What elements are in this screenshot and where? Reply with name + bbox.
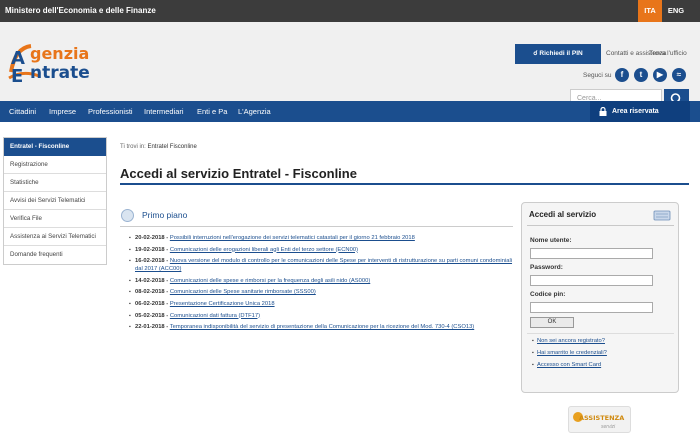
lock-icon xyxy=(599,107,607,116)
register-link[interactable]: Non sei ancora registrato? xyxy=(532,338,605,344)
breadcrumb: Ti trovi in: Entratel Fisconline xyxy=(120,144,197,150)
nav-cittadini[interactable]: Cittadini xyxy=(9,101,36,122)
title-divider xyxy=(120,183,689,185)
nav-imprese[interactable]: Imprese xyxy=(49,101,76,122)
smart-card-link[interactable]: Accesso con Smart Card xyxy=(532,362,601,368)
login-panel: Accedi al servizio Nome utente: Password… xyxy=(521,202,679,393)
site-header: A E genzia ntrate ☌ Richiedi il PIN Cont… xyxy=(0,22,700,109)
list-item: 08-02-2018 - Comunicazioni delle Spese s… xyxy=(129,288,513,296)
list-item: 22-01-2018 - Temporanea indisponibilità … xyxy=(129,323,513,331)
sidebar-item-registrazione[interactable]: Registrazione xyxy=(4,156,106,174)
password-label: Password: xyxy=(530,264,563,271)
news-link[interactable]: Temporanea indisponibilità del servizio … xyxy=(170,324,475,330)
list-item: 06-02-2018 - Presentazione Certificazion… xyxy=(129,300,513,308)
trova-ufficio-link[interactable]: Trova l'ufficio xyxy=(649,44,687,64)
news-link[interactable]: Nuova versione del modulo di controllo p… xyxy=(135,258,512,272)
sidebar: Entratel - Fisconline Registrazione Stat… xyxy=(3,137,107,265)
agenzia-entrate-logo[interactable]: A E genzia ntrate xyxy=(5,42,120,84)
breadcrumb-prefix: Ti trovi in: xyxy=(120,144,146,150)
primo-piano-divider xyxy=(120,226,513,227)
list-item: 05-02-2018 - Comunicazioni dati fattura … xyxy=(129,312,513,320)
news-date: 06-02-2018 - xyxy=(135,300,169,307)
sidebar-item-statistiche[interactable]: Statistiche xyxy=(4,174,106,192)
list-item: 19-02-2018 - Comunicazioni delle erogazi… xyxy=(129,246,513,254)
news-link[interactable]: Comunicazioni delle spese e rimborsi per… xyxy=(170,278,370,284)
username-field[interactable] xyxy=(530,248,653,259)
primo-piano-icon xyxy=(121,209,134,222)
list-item: 20-02-2018 - Possibili interruzioni nell… xyxy=(129,234,513,242)
news-date: 08-02-2018 - xyxy=(135,289,169,296)
assistenza-subtitle: servizi xyxy=(601,424,616,430)
nav-enti-pa[interactable]: Enti e Pa xyxy=(197,101,227,122)
lang-eng-button[interactable]: ENG xyxy=(664,0,688,22)
news-link[interactable]: Possibili interruzioni nell'erogazione d… xyxy=(170,235,415,241)
list-item: 16-02-2018 - Nuova versione del modulo d… xyxy=(129,257,513,273)
login-divider xyxy=(527,225,674,226)
breadcrumb-current: Entratel Fisconline xyxy=(147,144,197,150)
youtube-icon[interactable]: ▶ xyxy=(653,68,667,82)
ok-button[interactable]: OK xyxy=(530,317,574,328)
news-date: 20-02-2018 - xyxy=(135,235,169,241)
svg-text:E: E xyxy=(11,66,23,84)
news-date: 05-02-2018 - xyxy=(135,312,169,319)
news-link[interactable]: Comunicazioni delle Spese sanitarie rimb… xyxy=(170,289,316,295)
news-link[interactable]: Comunicazioni delle erogazioni liberali … xyxy=(170,247,358,253)
sidebar-item-verifica-file[interactable]: Verifica File xyxy=(4,210,106,228)
top-bar: Ministero dell'Economia e delle Finanze xyxy=(0,0,700,22)
news-date: 22-01-2018 - xyxy=(135,324,169,331)
login-title: Accedi al servizio xyxy=(529,210,597,219)
richiedi-pin-button[interactable]: ☌ Richiedi il PIN xyxy=(515,44,601,64)
ministry-name[interactable]: Ministero dell'Economia e delle Finanze xyxy=(5,6,156,15)
pin-field[interactable] xyxy=(530,302,653,313)
nav-intermediari[interactable]: Intermediari xyxy=(144,101,184,122)
follow-label: Seguci su xyxy=(583,72,612,79)
news-list: 20-02-2018 - Possibili interruzioni nell… xyxy=(129,234,513,335)
keyboard-icon xyxy=(653,210,671,221)
news-link[interactable]: Comunicazioni dati fattura (DTF17) xyxy=(170,313,260,319)
nav-agenzia[interactable]: L'Agenzia xyxy=(238,101,271,122)
pin-button-label: Richiedi il PIN xyxy=(539,50,583,57)
lang-ita-button[interactable]: ITA xyxy=(638,0,662,22)
assistenza-banner[interactable]: ASSISTENZA servizi xyxy=(568,406,631,433)
assistenza-title: ASSISTENZA xyxy=(579,414,625,422)
twitter-icon[interactable]: t xyxy=(634,68,648,82)
nav-professionisti[interactable]: Professionisti xyxy=(88,101,133,122)
area-riservata-button[interactable]: Area riservata xyxy=(590,101,690,122)
sidebar-item-entratel-fisconline[interactable]: Entratel - Fisconline xyxy=(4,138,106,156)
news-date: 14-02-2018 - xyxy=(135,277,169,284)
area-riservata-label: Area riservata xyxy=(612,108,659,115)
news-date: 19-02-2018 - xyxy=(135,246,169,253)
password-field[interactable] xyxy=(530,275,653,286)
login-divider-links xyxy=(527,333,674,334)
logo-text-entrate: ntrate xyxy=(30,63,90,83)
list-item: 14-02-2018 - Comunicazioni delle spese e… xyxy=(129,277,513,285)
pin-label: Codice pin: xyxy=(530,291,566,298)
sidebar-item-domande-frequenti[interactable]: Domande frequenti xyxy=(4,246,106,264)
news-link[interactable]: Presentazione Certificazione Unica 2018 xyxy=(170,301,275,307)
logo-text-agenzia: genzia xyxy=(30,44,90,63)
rss-icon[interactable]: ≈ xyxy=(672,68,686,82)
username-label: Nome utente: xyxy=(530,237,572,244)
sidebar-item-assistenza[interactable]: Assistenza ai Servizi Telematici xyxy=(4,228,106,246)
facebook-icon[interactable]: f xyxy=(615,68,629,82)
sidebar-item-avvisi[interactable]: Avvisi dei Servizi Telematici xyxy=(4,192,106,210)
primo-piano-heading: Primo piano xyxy=(142,210,188,220)
page-title: Accedi al servizio Entratel - Fisconline xyxy=(120,166,357,181)
news-date: 16-02-2018 - xyxy=(135,258,169,265)
lost-credentials-link[interactable]: Hai smarrito le credenziali? xyxy=(532,350,607,356)
